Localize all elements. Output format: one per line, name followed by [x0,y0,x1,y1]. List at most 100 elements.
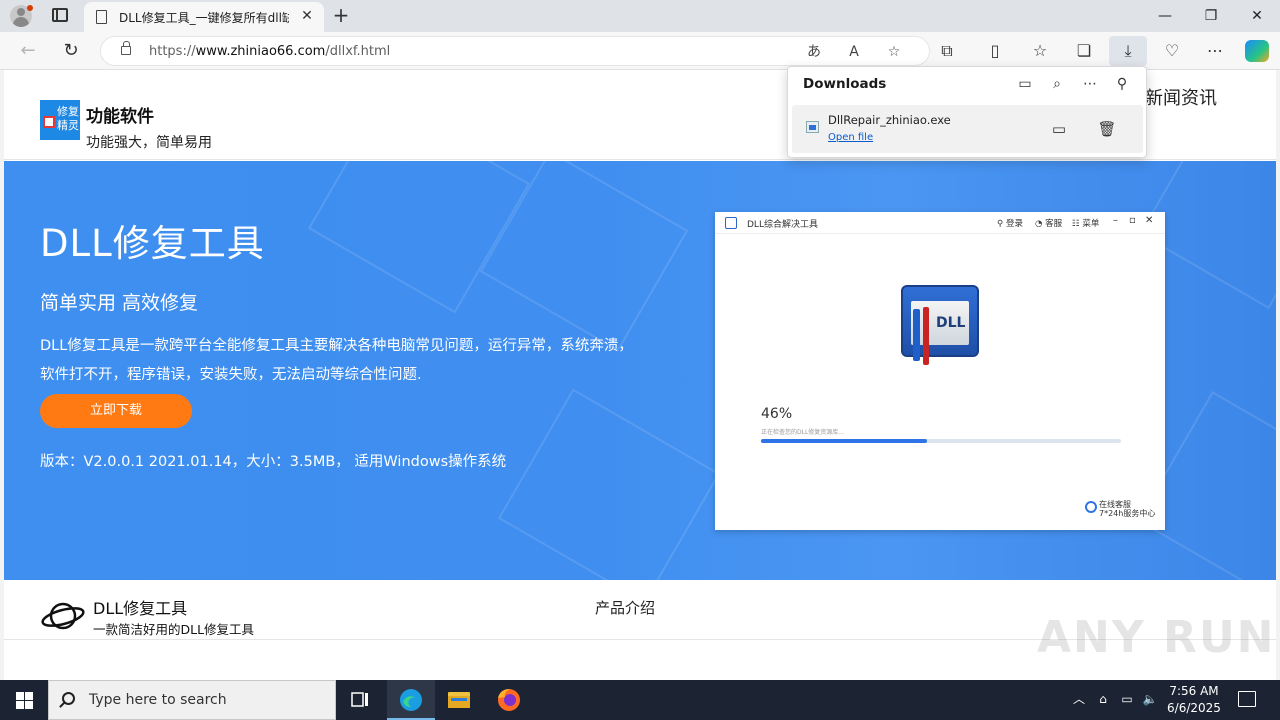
web-page: 修复 精灵 功能软件 功能强大，简单易用 新闻资讯 DLL修复工具 简单实用 高… [4,70,1276,680]
window-close-button[interactable]: ✕ [1234,0,1280,32]
file-explorer-button[interactable] [435,680,483,720]
open-downloads-folder-icon[interactable]: ▭ [1014,73,1036,95]
start-logo-tile [25,692,33,700]
hero-description: DLL修复工具是一款跨平台全能修复工具主要解决各种电脑常见问题，运行异常，系统奔… [40,338,633,383]
app-logo-icon [725,217,737,229]
app-menu-menu: ☷ 菜单 [1072,219,1100,229]
app-screenshot: DLL综合解决工具 ⚲ 登录 ◔ 客服 ☷ 菜单 – ▫ ✕ DLL 46% 正… [715,212,1165,530]
split-screen-icon[interactable]: ▯ [982,39,1008,63]
product-subtitle: 一款简洁好用的DLL修复工具 [93,622,255,637]
tab-title: DLL修复工具_一键修复所有dll缺 [119,11,289,25]
delete-icon[interactable]: 🗑 [1095,117,1119,141]
window-minimize-button[interactable]: — [1142,0,1188,32]
notification-icon[interactable] [1238,691,1256,707]
tray-device-icon[interactable]: ⌂ [1094,690,1112,708]
read-aloud-icon[interactable]: A [843,41,865,63]
collections-icon[interactable]: ❏ [1071,39,1097,63]
url-path: /dllxf.html [325,44,391,59]
nav-news-link[interactable]: 新闻资讯 [1145,84,1217,110]
window-maximize-button[interactable]: ❐ [1188,0,1234,32]
task-view-button[interactable] [336,680,384,720]
exe-file-icon [806,121,819,133]
progress-status: 正在检查您的DLL修复资源库... [761,429,845,436]
refresh-icon[interactable]: ↻ [58,39,84,63]
anyrun-watermark: ANY RUN [1037,612,1276,663]
show-in-folder-icon[interactable]: ▭ [1047,117,1071,141]
favorite-star-icon[interactable]: ☆ [883,41,905,63]
app-brand-line1: 在线客服 [1099,500,1131,509]
profile-notification-dot [27,5,33,11]
app-menu-menu-label: 菜单 [1082,219,1100,229]
address-bar[interactable]: https://www.zhiniao66.com/dllxf.html あ A… [100,36,930,66]
edge-taskbar-button[interactable] [387,680,435,720]
lock-icon[interactable] [121,41,131,55]
hero-title: DLL修复工具 [40,222,265,265]
task-view-icon [351,692,368,707]
taskbar-search[interactable]: Type here to search [48,680,336,720]
browser-tab-active[interactable]: DLL修复工具_一键修复所有dll缺 ✕ [84,2,324,32]
product-title: DLL修复工具 [93,599,188,618]
network-icon[interactable]: ▭ [1118,690,1136,708]
windows-taskbar: Type here to search ︿ ⌂ ▭ 🔈 7:56 AM 6/6/… [0,680,1280,720]
start-button[interactable] [0,680,48,720]
open-file-link[interactable]: Open file [828,132,873,143]
url-prefix: https:// [149,44,196,59]
logo-text-1: 修复 [57,105,79,118]
firefox-icon [498,689,520,711]
dll-tool-icon: DLL [901,285,981,365]
app-brand: 在线客服 7*24h服务中心 [1085,500,1155,518]
progress-bar [761,439,1121,443]
back-icon[interactable]: ← [15,39,41,63]
search-downloads-icon[interactable]: ⌕ [1046,73,1068,95]
new-tab-button[interactable]: + [330,4,352,26]
site-logo[interactable]: 修复 精灵 [40,100,80,140]
logo-text-2: 精灵 [57,119,79,132]
app-close-icon: ✕ [1145,215,1154,226]
volume-icon[interactable]: 🔈 [1141,690,1159,708]
taskbar-clock[interactable]: 7:56 AM 6/6/2025 [1164,683,1224,717]
app-maximize-icon: ▫ [1129,215,1136,226]
url-host: www.zhiniao66.com [195,44,326,59]
url-text[interactable]: https://www.zhiniao66.com/dllxf.html [149,44,390,59]
download-now-button[interactable]: 立即下载 [40,394,192,428]
downloads-icon[interactable]: ⤓ [1109,36,1147,66]
browser-titlebar: DLL修复工具_一键修复所有dll缺 ✕ + — ❐ ✕ [0,0,1280,32]
start-logo-tile [16,701,24,709]
progress-percent: 46% [761,406,793,422]
taskbar-search-placeholder: Type here to search [89,692,227,708]
pin-icon[interactable]: ⚲ [1111,73,1133,95]
brand-tagline: 功能强大，简单易用 [86,135,212,151]
app-menu-login-label: 登录 [1005,219,1023,229]
version-info: 版本：V2.0.0.1 2021.01.14，大小：3.5MB， 适用Windo… [40,454,507,470]
dll-label: DLL [936,315,966,331]
downloads-panel: Downloads ▭ ⌕ ⋯ ⚲ DllRepair_zhiniao.exe … [787,66,1147,158]
browser-essentials-icon[interactable]: ♡ [1159,39,1185,63]
page-icon [96,10,107,24]
copilot-icon[interactable] [1245,40,1269,62]
folder-icon [448,692,470,708]
app-menu-login: ⚲ 登录 [997,219,1023,229]
product-intro-link[interactable]: 产品介绍 [595,597,655,618]
extensions-icon[interactable]: ⧉ [934,39,960,63]
planet-icon [41,602,85,630]
app-minimize-icon: – [1113,215,1118,226]
favorites-icon[interactable]: ☆ [1027,39,1053,63]
translate-icon[interactable]: あ [803,41,825,63]
more-options-icon[interactable]: ⋯ [1202,39,1228,63]
tab-actions-icon[interactable] [52,8,68,22]
download-item[interactable]: DllRepair_zhiniao.exe Open file ▭ 🗑 [792,105,1143,153]
clock-date: 6/6/2025 [1167,701,1221,715]
browser-toolbar: ← ↻ https://www.zhiniao66.com/dllxf.html… [0,32,1280,70]
search-icon [62,692,75,705]
tray-chevron-icon[interactable]: ︿ [1070,690,1088,708]
firefox-button[interactable] [485,680,533,720]
tab-close-icon[interactable]: ✕ [298,7,316,25]
downloads-more-icon[interactable]: ⋯ [1079,73,1101,95]
app-menu-service-label: 客服 [1045,219,1063,229]
app-name: DLL综合解决工具 [747,220,818,230]
hero-slogan: 简单实用 高效修复 [40,292,199,314]
decor-hexagon [497,388,721,580]
edge-icon [400,689,422,711]
brand-name[interactable]: 功能软件 [86,102,154,127]
progress-bar-fill [761,439,927,443]
